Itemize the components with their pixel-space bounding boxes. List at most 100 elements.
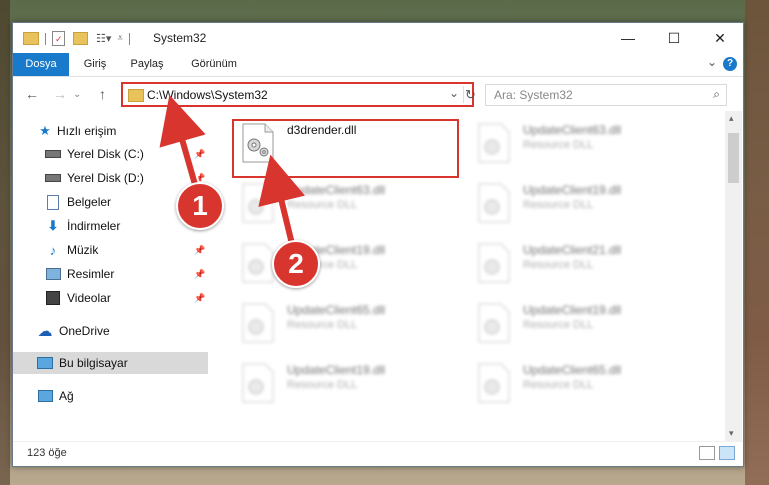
file-item[interactable]: UpdateClient19.dll Resource DLL — [235, 357, 460, 411]
file-type: Resource DLL — [523, 139, 594, 151]
background-tree — [0, 0, 10, 485]
dll-file-icon — [242, 243, 274, 283]
tab-file[interactable]: Dosya — [13, 53, 69, 76]
folder-icon — [128, 89, 144, 102]
minimize-button[interactable]: — — [605, 23, 651, 53]
computer-icon — [37, 355, 53, 371]
address-path: C:\Windows\System32 — [147, 88, 268, 102]
dll-file-icon — [478, 363, 510, 403]
quick-access-toolbar: ✓ ☷▾ ⩡ — [23, 31, 136, 46]
file-type: Resource DLL — [523, 379, 594, 391]
pin-icon: 📌 — [194, 268, 206, 279]
sidebar-item-label: Bu bilgisayar — [59, 356, 128, 370]
file-type: Resource DLL — [523, 319, 594, 331]
file-type: Resource DLL — [287, 319, 358, 331]
vertical-scrollbar[interactable]: ▴ ▾ — [725, 111, 742, 441]
sidebar-item-this-pc[interactable]: Bu bilgisayar — [13, 352, 208, 374]
sidebar-item-label: İndirmeler — [67, 219, 121, 233]
refresh-icon[interactable]: ↻ — [465, 87, 476, 103]
ribbon-expand-icon[interactable]: ⌄ — [707, 55, 717, 69]
new-folder-icon[interactable] — [73, 32, 88, 45]
sidebar-item-local-disk-d[interactable]: Yerel Disk (D:) 📌 — [13, 167, 208, 189]
sidebar-item-quick-access[interactable]: ★ Hızlı erişim — [13, 120, 208, 142]
sidebar-item-label: Ağ — [59, 389, 74, 403]
document-icon — [45, 194, 61, 210]
dll-file-icon — [478, 243, 510, 283]
file-item[interactable]: UpdateClient19.dll Resource DLL — [471, 297, 696, 351]
details-view-icon[interactable] — [699, 446, 715, 460]
dll-file-icon — [242, 363, 274, 403]
sidebar-item-label: Resimler — [67, 267, 115, 281]
step-2-callout: 2 — [272, 240, 320, 288]
file-name: UpdateClient65.dll — [523, 363, 622, 377]
sidebar-item-label: Belgeler — [67, 195, 112, 209]
pictures-icon — [45, 266, 61, 282]
recent-locations-icon[interactable]: ⌄ — [73, 89, 81, 100]
file-item[interactable]: UpdateClient65.dll Resource DLL — [471, 357, 696, 411]
dll-file-icon — [478, 183, 510, 223]
explorer-window: ✓ ☷▾ ⩡ System32 — ☐ ✕ Dosya Giriş Paylaş… — [12, 22, 744, 467]
file-name: UpdateClient21.dll — [523, 243, 622, 257]
item-count: 123 öğe — [27, 447, 67, 459]
address-dropdown-icon[interactable]: ⌄ — [449, 86, 459, 100]
large-icons-view-icon[interactable] — [719, 446, 735, 460]
sidebar-item-label: OneDrive — [59, 324, 110, 338]
dll-file-icon — [242, 183, 274, 223]
sidebar-item-network[interactable]: Ağ — [13, 385, 208, 407]
music-icon: ♪ — [49, 242, 57, 258]
scrollbar-thumb[interactable] — [728, 133, 739, 183]
file-name: UpdateClient63.dll — [287, 183, 386, 197]
file-item[interactable]: UpdateClient63.dll Resource DLL — [471, 117, 696, 171]
properties-icon[interactable]: ✓ — [52, 31, 65, 46]
tab-home[interactable]: Giriş — [73, 53, 117, 76]
file-type: Resource DLL — [523, 199, 594, 211]
file-type: Resource DLL — [523, 259, 594, 271]
address-bar[interactable]: C:\Windows\System32 ⌄ ↻ — [121, 82, 476, 107]
background-tree — [745, 0, 769, 485]
file-item[interactable]: UpdateClient19.dll Resource DLL — [471, 177, 696, 231]
scroll-down-icon[interactable]: ▾ — [729, 428, 734, 439]
file-name: UpdateClient19.dll — [287, 363, 386, 377]
window-title: System32 — [153, 31, 207, 45]
tab-view[interactable]: Görünüm — [179, 53, 249, 76]
file-item[interactable]: UpdateClient65.dll Resource DLL — [235, 297, 460, 351]
search-input[interactable]: Ara: System32 ⌕ — [485, 84, 727, 106]
sidebar-item-label: Hızlı erişim — [57, 124, 117, 138]
scroll-up-icon[interactable]: ▴ — [729, 113, 734, 124]
step-1-callout: 1 — [176, 182, 224, 230]
sidebar-item-label: Müzik — [67, 243, 99, 257]
help-icon[interactable]: ? — [723, 57, 737, 71]
sidebar-item-onedrive[interactable]: ☁ OneDrive — [13, 320, 208, 342]
search-placeholder: Ara: System32 — [494, 88, 573, 102]
sidebar-item-music[interactable]: ♪ Müzik 📌 — [13, 239, 208, 261]
forward-arrow-icon[interactable]: → — [53, 86, 67, 102]
file-item[interactable]: UpdateClient19.dll Resource DLL — [235, 237, 460, 291]
tab-share[interactable]: Paylaş — [119, 53, 175, 76]
dll-file-icon — [242, 303, 274, 343]
view-options-icon[interactable]: ☷▾ — [96, 32, 111, 45]
file-item[interactable]: UpdateClient21.dll Resource DLL — [471, 237, 696, 291]
search-icon: ⌕ — [713, 87, 720, 101]
file-item[interactable]: UpdateClient63.dll Resource DLL — [235, 177, 460, 231]
pin-icon: 📌 — [194, 244, 206, 255]
drive-icon — [45, 146, 61, 162]
sidebar-item-label: Videolar — [67, 291, 111, 305]
network-icon — [37, 388, 53, 404]
back-arrow-icon[interactable]: ← — [25, 86, 39, 102]
sidebar-item-videos[interactable]: Videolar 📌 — [13, 287, 208, 309]
maximize-button[interactable]: ☐ — [651, 23, 697, 53]
star-icon: ★ — [39, 123, 51, 138]
ribbon: Dosya Giriş Paylaş Görünüm ⌄ ? — [13, 53, 743, 77]
file-name: UpdateClient19.dll — [523, 303, 622, 317]
customize-toolbar-icon[interactable]: ⩡ — [117, 33, 123, 44]
cloud-icon: ☁ — [37, 323, 53, 340]
up-arrow-icon[interactable]: ↑ — [99, 86, 106, 102]
close-button[interactable]: ✕ — [697, 23, 743, 53]
status-bar: 123 öğe — [13, 441, 743, 466]
download-icon: ⬇ — [47, 218, 59, 233]
folder-icon — [23, 32, 39, 45]
sidebar-item-local-disk-c[interactable]: Yerel Disk (C:) 📌 — [13, 143, 208, 165]
file-name: UpdateClient63.dll — [523, 123, 622, 137]
sidebar-item-pictures[interactable]: Resimler 📌 — [13, 263, 208, 285]
address-row: ← → ⌄ ↑ C:\Windows\System32 ⌄ ↻ Ara: Sys… — [13, 77, 743, 111]
